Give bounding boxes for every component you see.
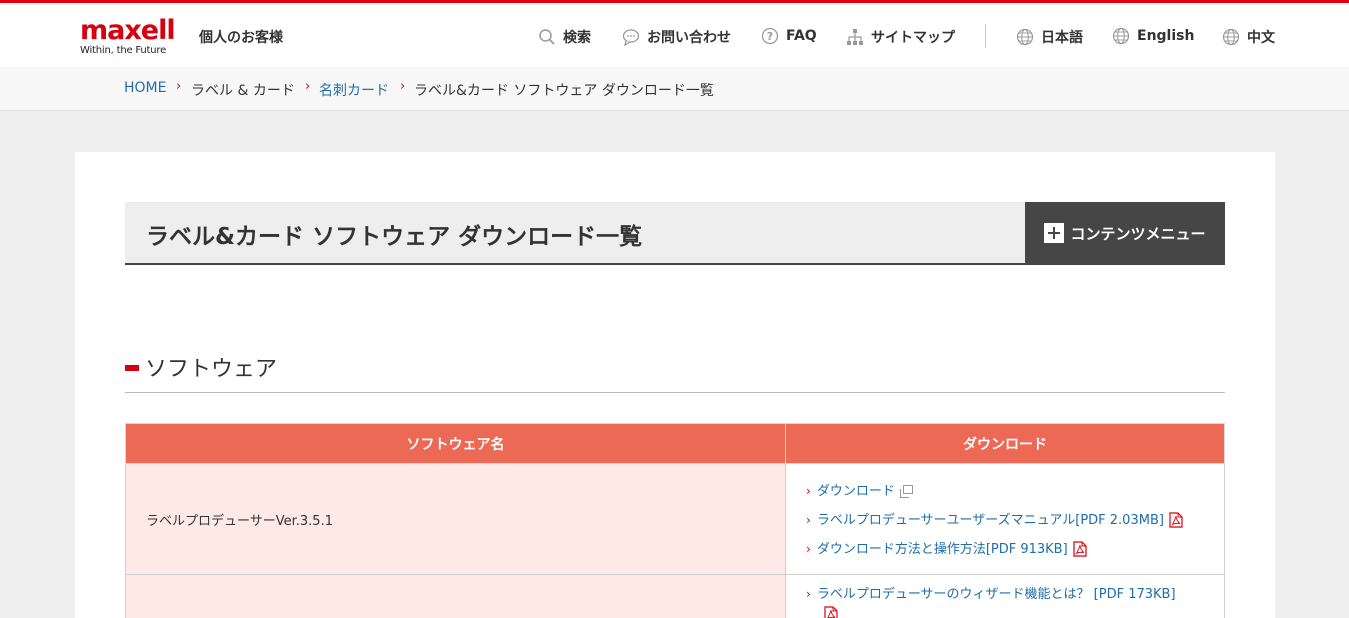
manual-pdf-link-label: ラベルプロデューサーユーザーズマニュアル[PDF 2.03MB] xyxy=(816,512,1164,528)
howto-pdf-link-label: ダウンロード方法と操作方法[PDF 913KB] xyxy=(816,541,1068,557)
nav-lang-japanese-label: 日本語 xyxy=(1041,30,1083,46)
manual-pdf-link[interactable]: › ラベルプロデューサーユーザーズマニュアル[PDF 2.03MB] xyxy=(806,511,1204,530)
breadcrumb-label-card: ラベル & カード xyxy=(191,83,295,99)
pdf-icon xyxy=(1169,512,1183,528)
svg-text:?: ? xyxy=(767,30,773,43)
global-nav: 検索 お問い合わせ ? FAQ サイトマップ 日本語 English 中文 xyxy=(0,24,1349,48)
external-window-icon xyxy=(899,484,913,498)
chevron-right-icon: › xyxy=(400,79,406,94)
breadcrumb-current: ラベル&カード ソフトウェア ダウンロード一覧 xyxy=(414,83,714,99)
section-title: ソフトウェア xyxy=(145,357,278,382)
page-title-bar: ラベル&カード ソフトウェア ダウンロード一覧 コンテンツメニュー xyxy=(125,202,1225,265)
breadcrumb-business-card[interactable]: 名刺カード xyxy=(319,80,389,100)
table-row: ラベルプロデューサーVer.3.5.1 › ダウンロード › ラベルプロデューサ… xyxy=(125,463,1225,575)
howto-pdf-link[interactable]: › ダウンロード方法と操作方法[PDF 913KB] xyxy=(806,540,1204,559)
download-link[interactable]: › ダウンロード xyxy=(806,482,1204,501)
chevron-right-icon: › xyxy=(806,483,811,498)
contents-menu-button[interactable]: コンテンツメニュー xyxy=(1025,202,1225,264)
wizard-pdf-link-label: ラベルプロデューサーのウィザード機能とは？ [PDF 173KB] xyxy=(816,587,1176,602)
nav-sitemap[interactable]: サイトマップ xyxy=(846,27,955,47)
column-header-download: ダウンロード xyxy=(785,423,1225,464)
chevron-right-icon: › xyxy=(806,541,811,556)
question-icon: ? xyxy=(761,27,779,45)
breadcrumb: HOME › ラベル & カード › 名刺カード › ラベル&カード ソフトウェ… xyxy=(0,67,1349,111)
globe-icon xyxy=(1016,28,1034,46)
download-links-cell: › ラベルプロデューサーのウィザード機能とは？ [PDF 173KB] xyxy=(785,574,1225,618)
plus-icon xyxy=(1044,223,1065,243)
sitemap-icon xyxy=(847,29,863,45)
software-name-cell xyxy=(125,574,786,618)
nav-lang-chinese[interactable]: 中文 xyxy=(1222,27,1275,47)
site-header: maxell Within, the Future 個人のお客様 検索 お問い合… xyxy=(0,3,1349,67)
chevron-right-icon: › xyxy=(806,587,811,601)
nav-lang-english[interactable]: English xyxy=(1112,27,1194,45)
chevron-right-icon: › xyxy=(305,79,311,94)
content-card: ラベル&カード ソフトウェア ダウンロード一覧 コンテンツメニュー ソフトウェア… xyxy=(75,152,1275,618)
chevron-right-icon: › xyxy=(176,79,182,94)
nav-lang-english-label: English xyxy=(1137,28,1195,44)
page-title: ラベル&カード ソフトウェア ダウンロード一覧 xyxy=(146,224,643,250)
chat-bubble-icon xyxy=(622,29,640,46)
nav-faq-label: FAQ xyxy=(786,28,817,44)
software-name-cell: ラベルプロデューサーVer.3.5.1 xyxy=(125,463,786,575)
chevron-right-icon: › xyxy=(806,512,811,527)
wizard-pdf-link[interactable]: › ラベルプロデューサーのウィザード機能とは？ [PDF 173KB] xyxy=(806,585,1204,604)
section-heading: ソフトウェア xyxy=(125,348,1225,393)
pdf-icon xyxy=(1073,541,1087,557)
globe-icon xyxy=(1222,28,1240,46)
section-marker xyxy=(125,365,139,371)
table-header-row: ソフトウェア名 ダウンロード xyxy=(125,423,1225,464)
nav-contact-label: お問い合わせ xyxy=(647,30,731,46)
pdf-icon xyxy=(824,606,838,618)
table-row: › ラベルプロデューサーのウィザード機能とは？ [PDF 173KB] xyxy=(125,574,1225,618)
nav-divider xyxy=(985,24,986,48)
nav-lang-japanese[interactable]: 日本語 xyxy=(1016,27,1083,47)
nav-sitemap-label: サイトマップ xyxy=(871,30,955,46)
contents-menu-label: コンテンツメニュー xyxy=(1070,224,1206,243)
breadcrumb-home[interactable]: HOME xyxy=(124,80,166,96)
nav-contact[interactable]: お問い合わせ xyxy=(622,27,731,47)
software-table: ソフトウェア名 ダウンロード ラベルプロデューサーVer.3.5.1 › ダウン… xyxy=(125,423,1225,618)
nav-faq[interactable]: ? FAQ xyxy=(761,27,817,45)
nav-lang-chinese-label: 中文 xyxy=(1247,30,1275,46)
download-link-label: ダウンロード xyxy=(816,483,895,499)
globe-icon xyxy=(1112,27,1130,45)
search-icon xyxy=(539,29,555,45)
nav-search-label: 検索 xyxy=(563,30,591,46)
download-links-cell: › ダウンロード › ラベルプロデューサーユーザーズマニュアル[PDF 2.03… xyxy=(785,463,1225,575)
nav-search[interactable]: 検索 xyxy=(538,27,591,47)
column-header-software-name: ソフトウェア名 xyxy=(125,423,786,464)
